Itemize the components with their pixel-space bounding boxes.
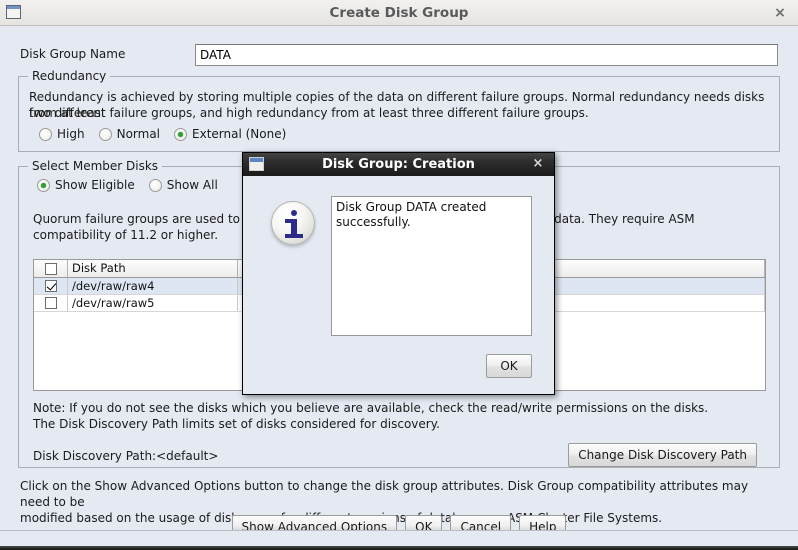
filter-option-show-all-label: Show All (166, 178, 218, 192)
disk-discovery-path-text: Disk Discovery Path:<default> (33, 449, 219, 463)
disk-group-name-input[interactable] (195, 44, 778, 66)
dialog-titlebar: Disk Group: Creation × (243, 153, 554, 176)
row-checkbox-cell[interactable] (34, 278, 68, 294)
radio-icon (39, 127, 52, 141)
change-disk-discovery-path-button[interactable]: Change Disk Discovery Path (568, 443, 757, 467)
column-header-disk-path[interactable]: Disk Path (68, 260, 238, 277)
dialog-body: Disk Group DATA created successfully. OK (243, 176, 554, 394)
redundancy-radio-group: High Normal External (None) (39, 127, 300, 141)
filter-option-show-eligible[interactable]: Show Eligible (37, 178, 135, 192)
cell-disk-path: /dev/raw/raw5 (68, 295, 238, 311)
redundancy-option-external-label: External (None) (192, 127, 287, 141)
filter-option-show-all[interactable]: Show All (148, 178, 218, 192)
application-window: Create Disk Group × Disk Group Name Redu… (0, 0, 798, 550)
disk-group-creation-dialog: Disk Group: Creation × Disk Group DATA c… (242, 152, 555, 395)
header-checkbox-cell[interactable] (34, 260, 68, 277)
redundancy-legend: Redundancy (28, 69, 111, 83)
footer-note-line1: Click on the Show Advanced Options butto… (20, 479, 749, 509)
filter-option-show-eligible-label: Show Eligible (55, 178, 135, 192)
dialog-ok-button[interactable]: OK (486, 354, 532, 378)
radio-icon-selected (37, 178, 50, 192)
info-icon-dot (291, 210, 297, 216)
cell-disk-path: /dev/raw/raw4 (68, 278, 238, 294)
discovery-note-line2: The Disk Discovery Path limits set of di… (33, 417, 440, 431)
redundancy-option-normal-label: Normal (116, 127, 161, 141)
taskbar-strip (0, 546, 798, 550)
redundancy-option-high-label: High (57, 127, 85, 141)
radio-icon (148, 178, 162, 192)
redundancy-option-external[interactable]: External (None) (174, 127, 286, 141)
close-icon[interactable]: × (771, 4, 789, 22)
redundancy-group: Redundancy Redundancy is achieved by sto… (18, 69, 780, 152)
window-titlebar: Create Disk Group × (0, 0, 798, 26)
dialog-close-icon[interactable]: × (530, 156, 546, 172)
quorum-note-line2: compatibility of 11.2 or higher. (33, 228, 219, 242)
disk-group-name-label: Disk Group Name (20, 47, 126, 61)
row-checkbox-cell[interactable] (34, 295, 68, 311)
redundancy-description-line2: two different failure groups, and high r… (29, 106, 589, 120)
redundancy-option-normal[interactable]: Normal (98, 127, 161, 141)
dialog-title: Disk Group: Creation (322, 157, 475, 172)
disk-filter-radio-group: Show Eligible Show All (37, 178, 232, 192)
info-icon-foot (285, 234, 303, 238)
radio-icon (98, 127, 112, 141)
discovery-note-line1: Note: If you do not see the disks which … (33, 401, 709, 415)
info-icon (271, 201, 315, 245)
disk-group-name-row: Disk Group Name (20, 44, 778, 66)
row-checkbox-unchecked[interactable] (44, 297, 57, 309)
row-checkbox-checked[interactable] (44, 280, 57, 292)
radio-icon-selected (174, 127, 188, 141)
select-all-checkbox[interactable] (44, 262, 57, 275)
select-member-disks-legend: Select Member Disks (28, 159, 163, 173)
redundancy-option-high[interactable]: High (39, 127, 85, 141)
dialog-message: Disk Group DATA created successfully. (331, 196, 532, 336)
window-title: Create Disk Group (329, 5, 469, 21)
